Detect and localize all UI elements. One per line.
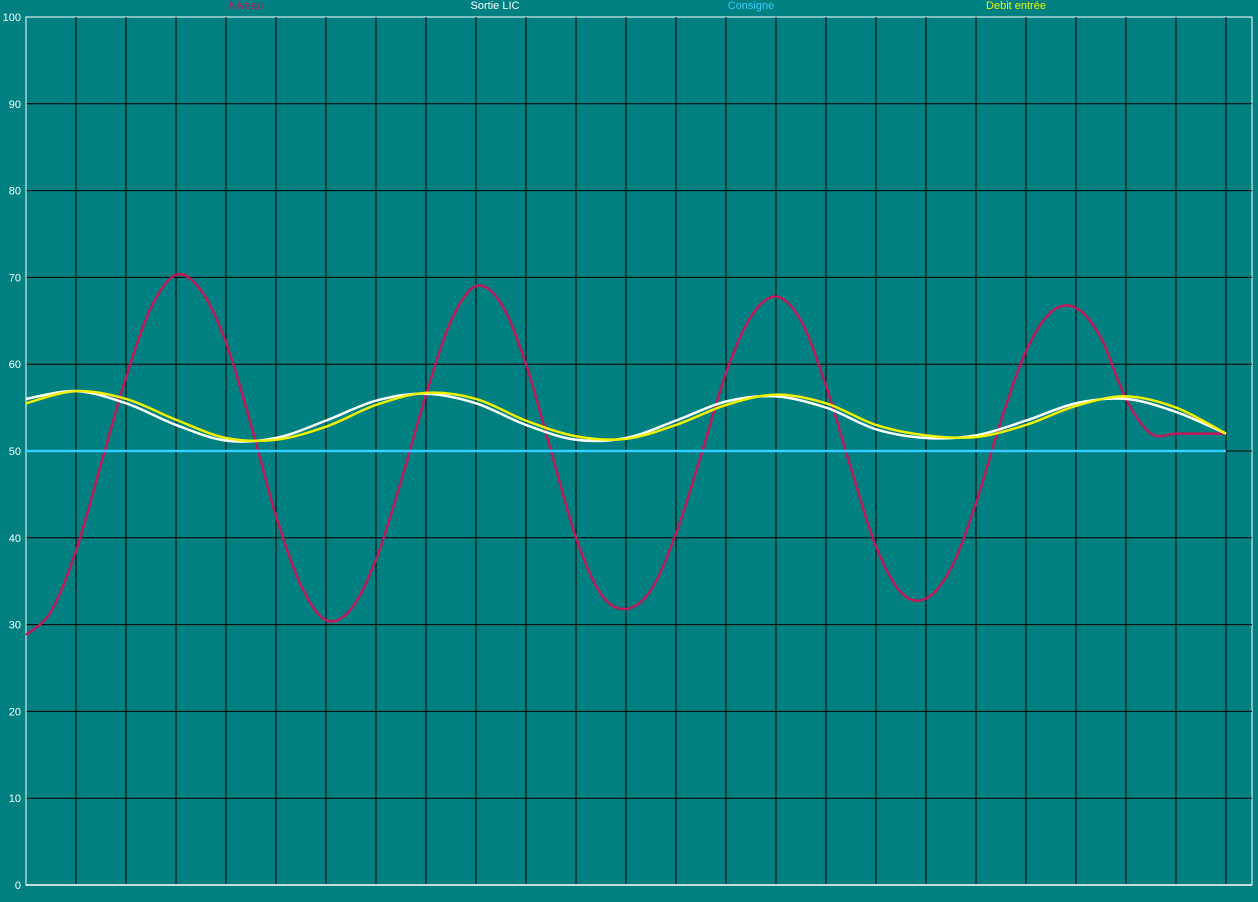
y-tick-label: 20	[9, 706, 21, 718]
y-tick-label: 90	[9, 99, 21, 111]
legend-label-debit-entr-e: Debit entrée	[986, 0, 1046, 12]
legend-label-niveau: Niveau	[229, 0, 263, 12]
chart-canvas: 0 10 20 30 40 50 60 70 80 90 100 Niveau Sortie LIC Co…	[3, 0, 1253, 892]
y-tick-label: 80	[9, 186, 21, 198]
y-tick-labels: 0 10 20 30 40 50 60 70 80 90 100	[3, 12, 21, 892]
y-tick-label: 50	[9, 446, 21, 458]
legend-label-consigne: Consigne	[728, 0, 774, 12]
legend-label-sortie-lic: Sortie LIC	[471, 0, 520, 12]
y-tick-label: 30	[9, 620, 21, 632]
trend-chart: 0 10 20 30 40 50 60 70 80 90 100 Niveau Sortie LIC Co…	[0, 0, 1258, 902]
y-tick-label: 0	[15, 880, 21, 892]
y-tick-label: 70	[9, 272, 21, 284]
y-tick-label: 10	[9, 793, 21, 805]
y-tick-label: 100	[3, 12, 21, 24]
legend: Niveau Sortie LIC Consigne Debit entrée	[229, 0, 1046, 12]
y-tick-label: 60	[9, 359, 21, 371]
y-tick-label: 40	[9, 533, 21, 545]
